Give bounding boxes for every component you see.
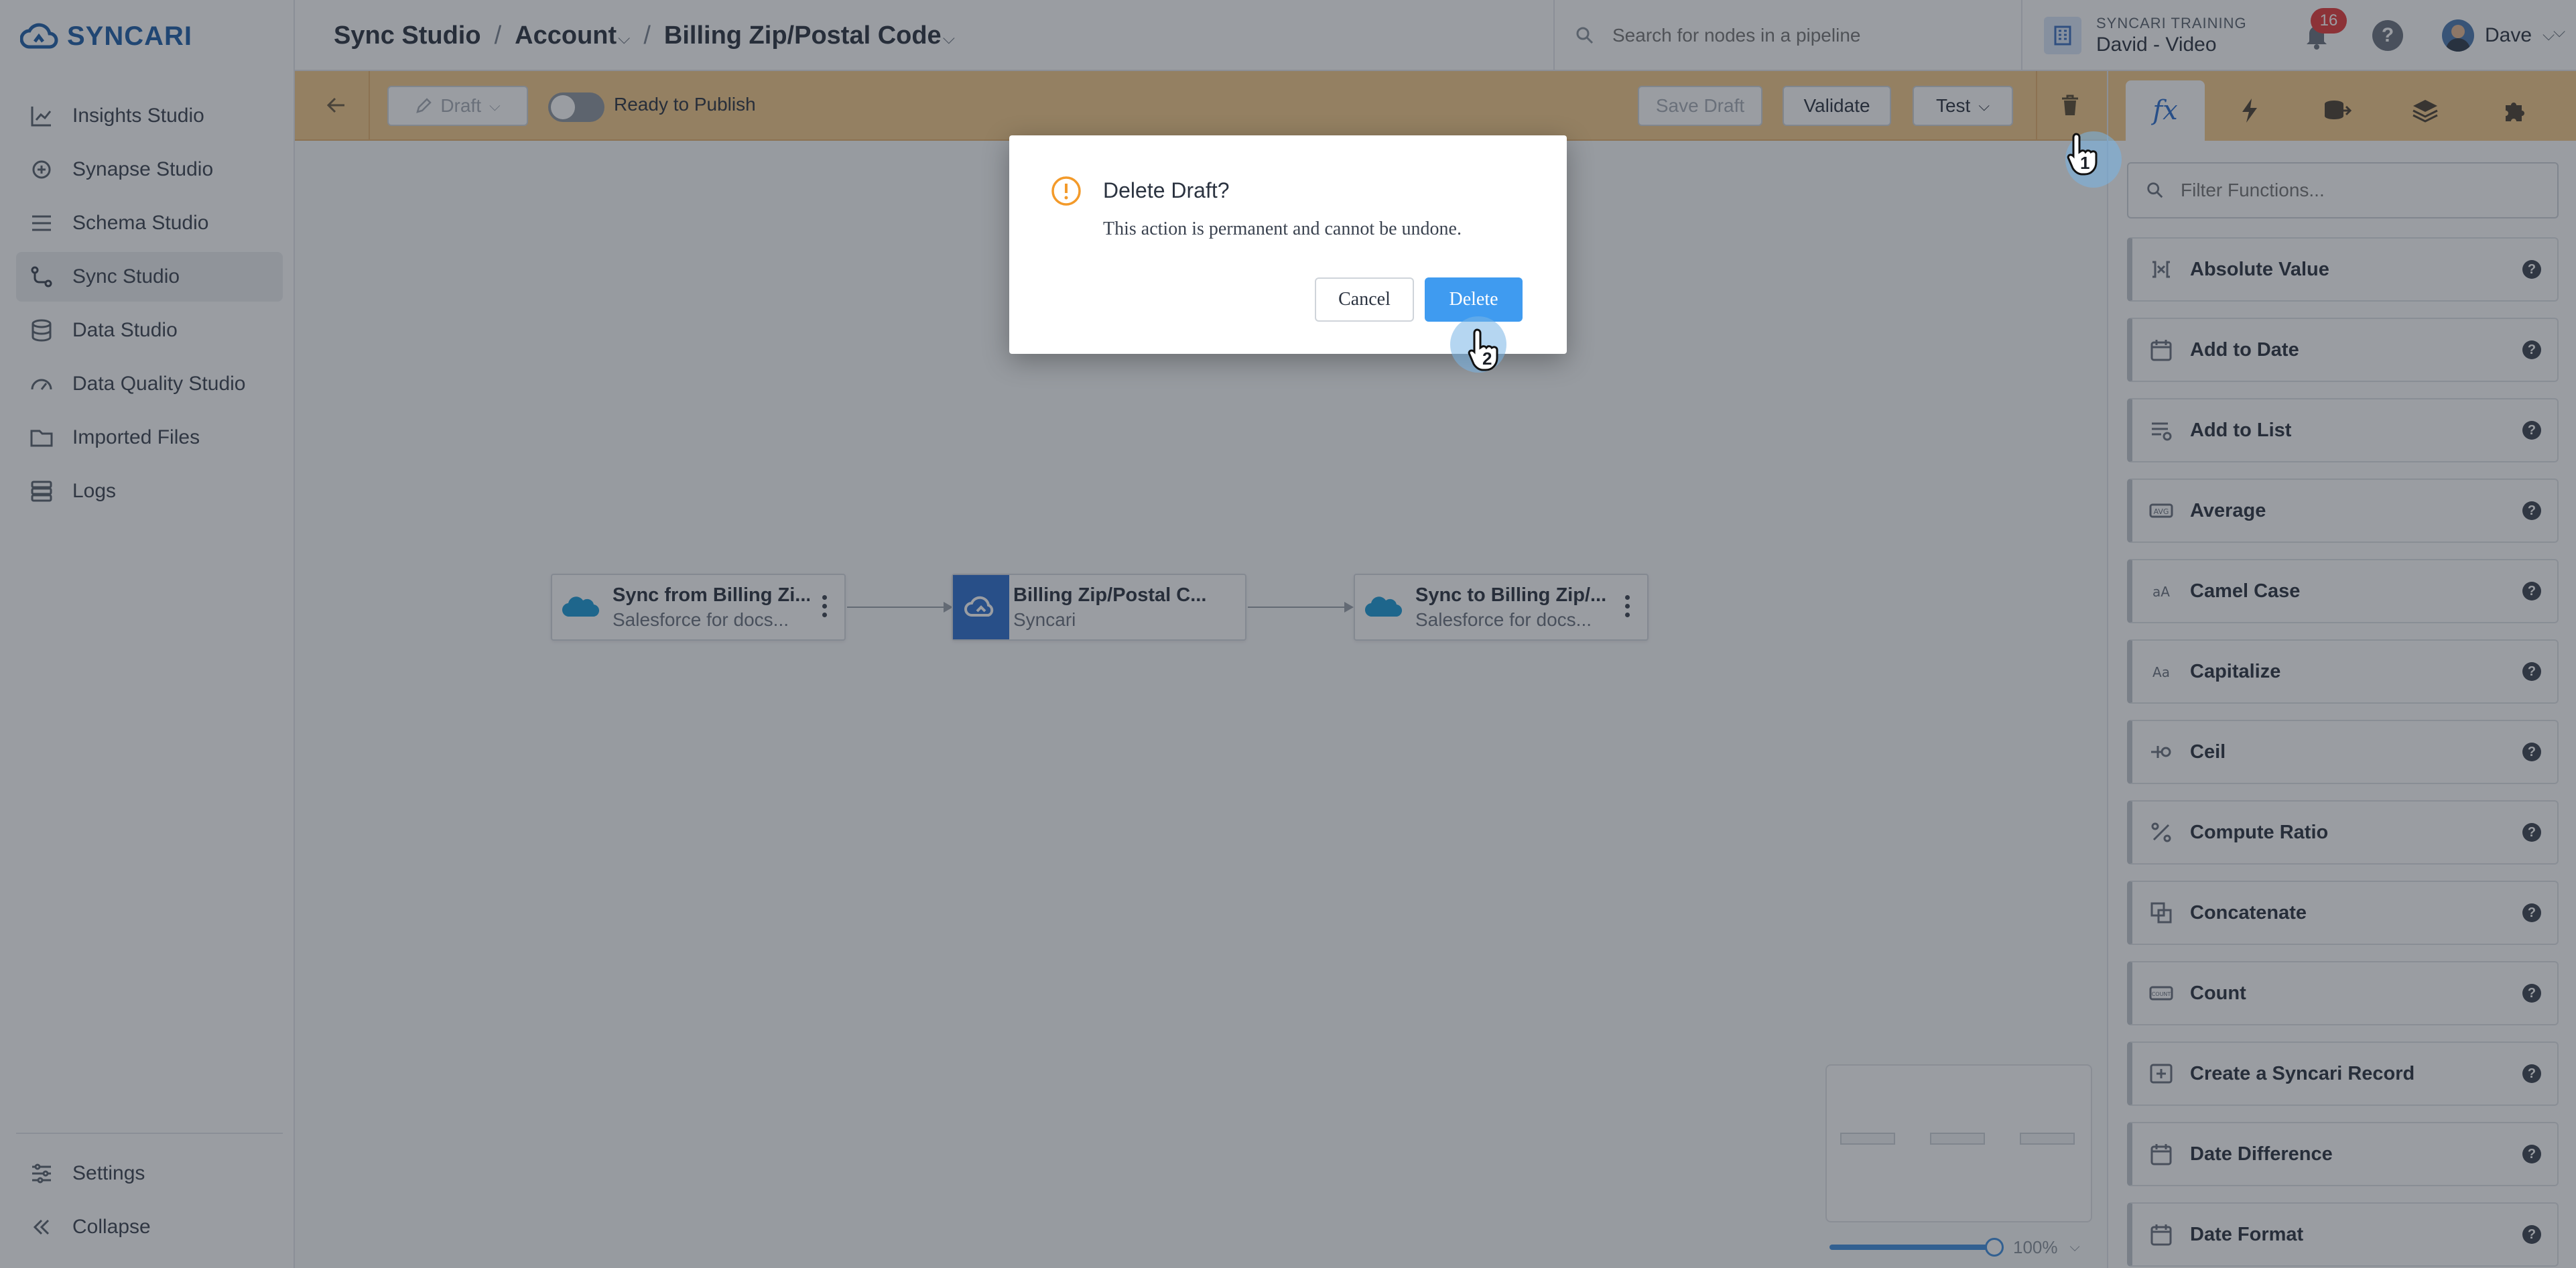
cancel-button[interactable]: Cancel	[1315, 277, 1414, 322]
delete-button[interactable]: Delete	[1425, 277, 1523, 322]
step-marker: 1	[2080, 153, 2090, 173]
step-marker: 2	[1482, 348, 1492, 369]
dialog-title: Delete Draft?	[1103, 178, 1230, 202]
warning-icon	[1051, 176, 1081, 206]
dialog-message: This action is permanent and cannot be u…	[1103, 218, 1462, 239]
